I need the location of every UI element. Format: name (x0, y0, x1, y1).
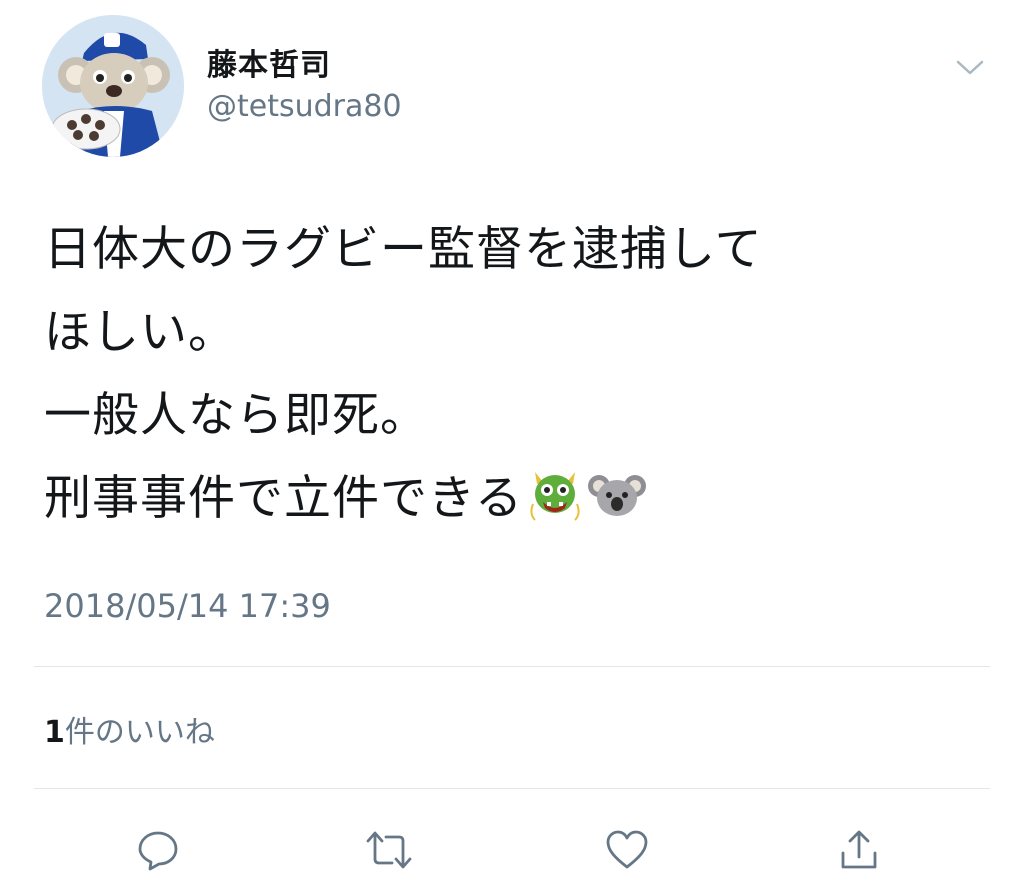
dragon-face-icon (525, 464, 585, 524)
chevron-down-icon (956, 60, 984, 75)
tweet-text-line: 一般人なら即死。 (44, 388, 428, 443)
share-icon (841, 830, 877, 869)
tweet-text-segment: 刑事事件で立件できる (44, 471, 524, 526)
divider (34, 666, 990, 667)
divider (34, 788, 990, 789)
tweet-text: 日体大のラグビー監督を逮捕して ほしい。 一般人なら即死。 刑事事件で立件できる (44, 208, 984, 540)
share-button[interactable] (831, 822, 887, 878)
likes-summary[interactable]: 1件のいいね (44, 707, 215, 751)
tweet-text-line: 日体大のラグビー監督を逮捕して (44, 222, 763, 277)
tweet-text-line-with-emoji: 刑事事件で立件できる (44, 457, 984, 540)
likes-count: 1 (44, 715, 65, 750)
username-handle[interactable]: @tetsudra80 (207, 89, 402, 124)
likes-label: 件のいいね (64, 715, 215, 750)
display-name[interactable]: 藤本哲司 (207, 40, 331, 84)
mascot-avatar-icon (42, 15, 184, 157)
koala-icon (587, 464, 647, 524)
avatar[interactable] (42, 15, 184, 157)
reply-button[interactable] (130, 822, 186, 878)
heart-icon (606, 830, 648, 869)
reply-icon (138, 831, 178, 871)
tweet-detail: 藤本哲司 @tetsudra80 日体大のラグビー監督を逮捕して ほしい。 一般… (0, 0, 1024, 895)
tweet-timestamp: 2018/05/14 17:39 (44, 587, 331, 625)
more-options-button[interactable] (952, 56, 988, 80)
retweet-button[interactable] (361, 822, 417, 878)
retweet-icon (366, 831, 412, 869)
like-button[interactable] (599, 822, 655, 878)
tweet-text-line: ほしい。 (44, 305, 236, 360)
